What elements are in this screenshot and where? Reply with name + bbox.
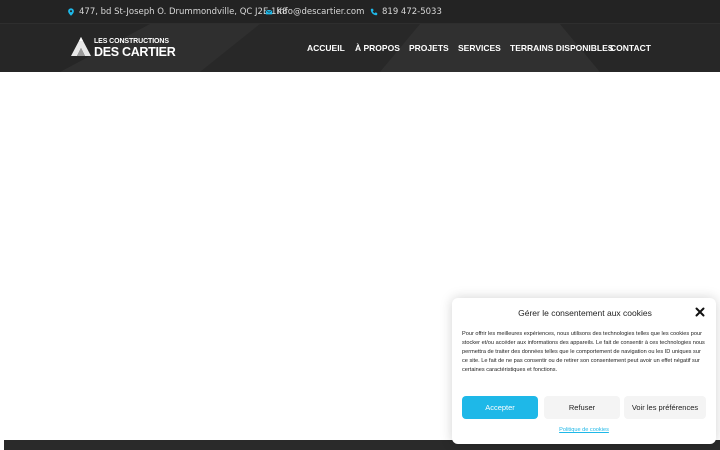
cookie-policy-link[interactable]: Politique de cookies [452,427,716,433]
email-info[interactable]: info@descartier.com [265,0,364,24]
cookie-consent-dialog: Gérer le consentement aux cookies Pour o… [452,298,716,444]
nav-item-accueil[interactable]: ACCUEIL [307,24,345,72]
refuse-button[interactable]: Refuser [544,396,620,419]
nav-item-a-propos[interactable]: À PROPOS [355,24,400,72]
nav-item-projets[interactable]: PROJETS [409,24,449,72]
envelope-icon [265,9,273,15]
view-preferences-button[interactable]: Voir les préférences [624,396,706,419]
main-navigation: ACCUEIL À PROPOS PROJETS SERVICES TERRAI… [0,24,720,72]
top-info-bar: 477, bd St-Joseph O. Drummondville, QC J… [0,0,720,24]
nav-item-services[interactable]: SERVICES [458,24,501,72]
address-text: 477, bd St-Joseph O. Drummondville, QC J… [79,7,288,17]
phone-link[interactable]: 819 472-5033 [382,7,442,17]
cookie-dialog-body: Pour offrir les meilleures expériences, … [462,331,705,374]
map-pin-icon [68,8,74,16]
accept-button[interactable]: Accepter [462,396,538,419]
email-link[interactable]: info@descartier.com [277,7,364,17]
phone-info[interactable]: 819 472-5033 [370,0,442,24]
phone-icon [370,8,378,16]
nav-item-contact[interactable]: CONTACT [610,24,651,72]
address-info: 477, bd St-Joseph O. Drummondville, QC J… [67,0,287,24]
close-icon[interactable] [695,307,705,317]
nav-item-terrains-disponibles[interactable]: TERRAINS DISPONIBLES [510,24,613,72]
cookie-dialog-title: Gérer le consentement aux cookies [518,308,652,318]
